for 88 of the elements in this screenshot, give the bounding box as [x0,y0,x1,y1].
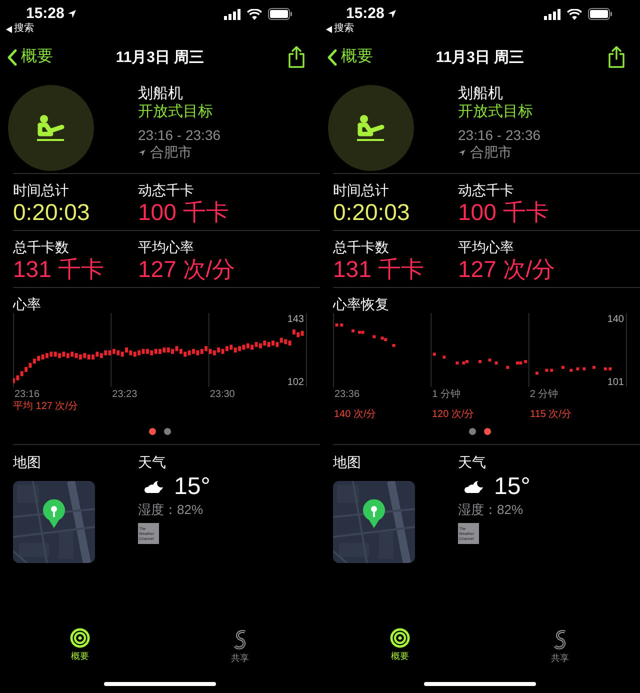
chart-title: 心率恢复 [333,296,390,313]
recovery-heart-rate: 140 次/分 [334,409,376,420]
location-pin-icon [362,499,386,529]
cloudy-night-icon [144,480,164,494]
battery-icon [588,8,612,20]
metric-value: 0:20:03 [333,199,411,225]
x-axis-label: 23:36 [334,389,360,400]
humidity-text: 湿度：82% [458,502,524,518]
chart-title: 心率 [13,296,42,313]
time-range: 23:16 - 23:36 [458,127,541,144]
metric-value: 131 千卡 [333,256,425,282]
status-time: 15:28 [26,5,64,22]
metric-label: 时间总计 [13,182,70,199]
map-title: 地图 [13,454,42,471]
temperature: 15° [174,473,210,501]
humidity-text: 湿度：82% [138,502,204,518]
weather-title: 天气 [458,454,487,471]
back-to-app-link[interactable]: 搜索 [334,23,354,35]
back-triangle-icon [326,26,332,32]
time-range: 23:16 - 23:36 [138,127,221,144]
metric-value: 100 千卡 [458,199,550,225]
rings-icon [390,628,410,648]
x-axis-label: 23:16 [14,389,40,400]
recovery-heart-rate: 115 次/分 [530,409,572,420]
temperature: 15° [494,473,530,501]
metric-value: 127 次/分 [458,256,556,282]
location-text: 合肥市 [470,144,512,161]
share-button[interactable] [288,46,305,68]
metric-label: 动态千卡 [458,182,515,199]
x-axis-label: 2 分钟 [530,389,558,400]
share-button[interactable] [608,46,625,68]
metric-label: 总千卡数 [13,239,70,256]
x-axis-label: 23:23 [112,389,138,400]
workout-goal: 开放式目标 [138,103,214,121]
wifi-icon [247,8,262,20]
metric-value: 100 千卡 [138,199,230,225]
battery-icon [268,8,292,20]
location-text: 合肥市 [150,144,192,161]
weather-title: 天气 [138,454,167,471]
back-button[interactable]: 概要 [327,45,373,69]
y-axis-label: 101 [607,377,624,388]
tab-item[interactable]: 共享 [231,628,249,664]
location-arrow-icon [67,9,78,19]
rings-icon [70,628,90,648]
tab-item[interactable]: 共享 [551,628,569,664]
cloudy-night-icon [464,480,484,494]
workout-goal: 开放式目标 [458,103,534,121]
location-arrow-icon [387,9,398,19]
letter-s-icon [232,628,248,650]
y-axis-label: 140 [607,314,624,325]
metric-value: 131 千卡 [13,256,105,282]
y-axis-label: 102 [287,377,304,388]
x-axis-label: 23:30 [210,389,235,400]
nav-title: 11月3日 周三 [436,48,524,68]
tab-item[interactable]: 概要 [70,628,90,664]
metric-value: 127 次/分 [138,256,236,282]
signal-icon [224,8,241,20]
metric-value: 0:20:03 [13,199,91,225]
y-axis-label: 143 [287,314,304,325]
back-to-app-link[interactable]: 搜索 [14,23,34,35]
back-button[interactable]: 概要 [7,45,53,69]
metric-label: 平均心率 [458,239,515,256]
location-arrow-icon [458,148,466,156]
location-arrow-icon [138,148,146,156]
status-time: 15:28 [346,5,384,22]
average-heart-rate: 平均 127 次/分 [13,401,78,413]
chevron-left-icon [7,48,17,66]
share-icon [288,46,305,68]
map-title: 地图 [333,454,362,471]
letter-s-icon [552,628,568,650]
metric-label: 平均心率 [138,239,195,256]
x-axis-label: 1 分钟 [432,389,460,400]
metric-label: 动态千卡 [138,182,195,199]
rowing-figure-icon [36,114,66,142]
location-pin-icon [42,499,66,529]
nav-title: 11月3日 周三 [116,48,204,68]
recovery-heart-rate: 120 次/分 [432,409,474,420]
wifi-icon [567,8,582,20]
workout-name: 划船机 [458,85,504,103]
signal-icon [544,8,561,20]
metric-label: 时间总计 [333,182,390,199]
workout-name: 划船机 [138,85,184,103]
back-triangle-icon [6,26,12,32]
share-icon [608,46,625,68]
chevron-left-icon [327,48,337,66]
rowing-figure-icon [356,114,386,142]
metric-label: 总千卡数 [333,239,390,256]
tab-item[interactable]: 概要 [390,628,410,664]
